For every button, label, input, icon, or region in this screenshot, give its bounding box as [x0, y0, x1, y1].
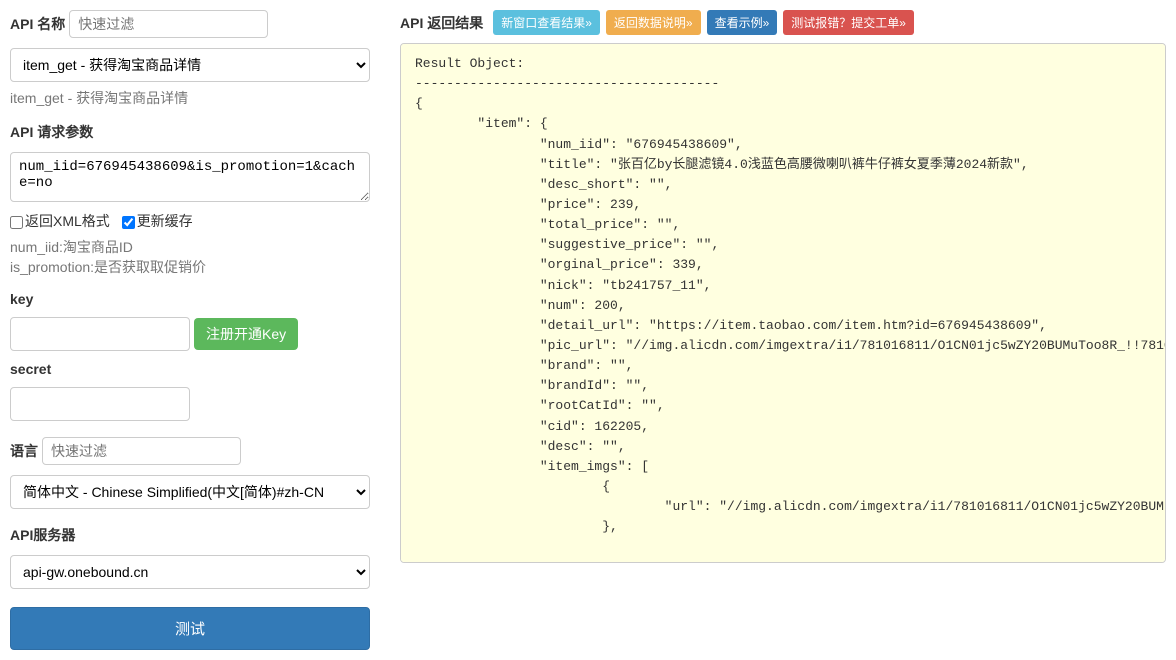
- req-params-label: API 请求参数: [10, 122, 93, 142]
- result-box[interactable]: Result Object: -------------------------…: [400, 43, 1166, 563]
- result-label: API 返回结果: [400, 13, 483, 33]
- key-label: key: [10, 291, 33, 307]
- cache-checkbox[interactable]: [122, 216, 135, 229]
- badge-submit-ticket[interactable]: 测试报错？提交工单»: [783, 10, 914, 35]
- lang-label: 语言: [10, 441, 38, 461]
- server-label: API服务器: [10, 525, 75, 545]
- test-button[interactable]: 测试: [10, 607, 370, 650]
- key-input[interactable]: [10, 317, 190, 351]
- api-desc-text: item_get - 获得淘宝商品详情: [10, 88, 370, 108]
- server-select[interactable]: api-gw.onebound.cn: [10, 555, 370, 589]
- api-name-filter-input[interactable]: [69, 10, 268, 38]
- badge-example[interactable]: 查看示例»: [707, 10, 778, 35]
- badge-return-desc[interactable]: 返回数据说明»: [606, 10, 701, 35]
- badge-new-window[interactable]: 新窗口查看结果»: [493, 10, 600, 35]
- cache-checkbox-label[interactable]: 更新缓存: [122, 213, 193, 229]
- lang-filter-input[interactable]: [42, 437, 241, 465]
- secret-label: secret: [10, 361, 51, 377]
- register-key-button[interactable]: 注册开通Key: [194, 318, 298, 350]
- api-select[interactable]: item_get - 获得淘宝商品详情: [10, 48, 370, 82]
- param-help-text: num_iid:淘宝商品ID is_promotion:是否获取取促销价: [10, 237, 370, 277]
- xml-checkbox-label[interactable]: 返回XML格式: [10, 213, 114, 229]
- xml-checkbox[interactable]: [10, 216, 23, 229]
- left-panel: API 名称 item_get - 获得淘宝商品详情 item_get - 获得…: [10, 10, 370, 650]
- secret-input[interactable]: [10, 387, 190, 421]
- req-params-textarea[interactable]: [10, 152, 370, 202]
- right-panel: API 返回结果 新窗口查看结果» 返回数据说明» 查看示例» 测试报错？提交工…: [400, 10, 1166, 650]
- api-name-label: API 名称: [10, 14, 65, 34]
- lang-select[interactable]: 简体中文 - Chinese Simplified(中文[简体)#zh-CN: [10, 475, 370, 509]
